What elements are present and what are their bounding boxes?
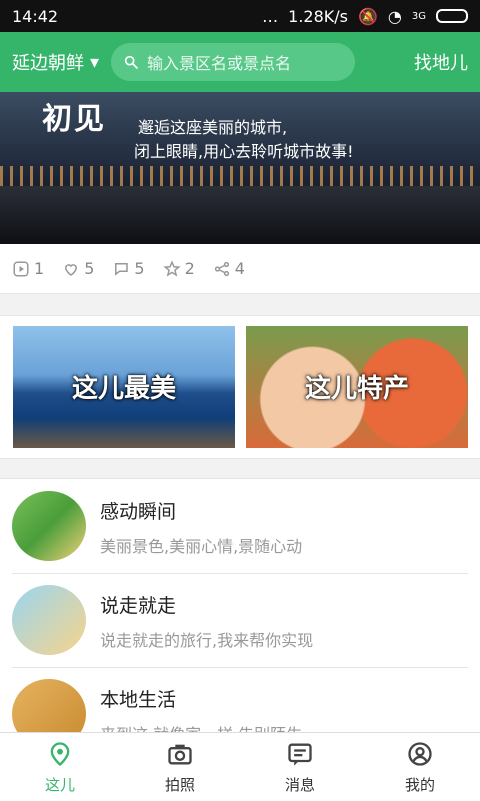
comment-icon [115, 262, 129, 276]
tab-label: 我的 [404, 775, 435, 794]
tab-label: 拍照 [164, 775, 195, 794]
share-icon [214, 261, 229, 276]
promo-label: 这儿最美 [71, 374, 176, 404]
find-place-button[interactable]: 找地儿 [414, 49, 468, 75]
stat-value: 2 [184, 259, 195, 278]
tab-messages[interactable]: 消息 [240, 733, 360, 801]
promo-tile-local-products[interactable]: 这儿特产 [246, 326, 468, 448]
stat-likes[interactable]: 5 [62, 259, 94, 278]
tab-profile[interactable]: 我的 [360, 733, 480, 801]
city-selector[interactable]: 延边朝鲜 ▾ [12, 49, 99, 75]
promo-section: 这儿最美 这儿特产 [0, 315, 480, 459]
list-item-desc: 说走就走的旅行,我来帮你实现 [100, 631, 314, 650]
chevron-down-icon: ▾ [90, 51, 100, 73]
banner-text-line1: 邂逅这座美丽的城市, [138, 118, 288, 137]
city-lights [0, 166, 480, 186]
location-icon [50, 741, 70, 766]
status-time: 14:42 [12, 6, 59, 26]
travel-thumbnail [12, 585, 86, 655]
banner-text-line2: 闭上眼睛,用心去聆听城市故事! [134, 142, 354, 161]
status-bar: 14:42 … 1.28K/s 🔕 ◔ 3G [0, 0, 480, 32]
city-name: 延边朝鲜 [12, 53, 84, 74]
stats-row: 1 5 5 2 4 [0, 244, 480, 294]
bottom-tab-bar: 这儿 拍照 消息 我的 [0, 732, 480, 801]
star-icon [162, 259, 181, 277]
moments-thumbnail [12, 491, 86, 561]
list-item-travel[interactable]: 说走就走 说走就走的旅行,我来帮你实现 [12, 573, 468, 668]
network-speed: 1.28K/s [288, 6, 348, 26]
banner-title: 初见 [42, 102, 106, 137]
tab-camera[interactable]: 拍照 [120, 733, 240, 801]
message-icon [288, 743, 312, 766]
bell-mute-icon: 🔕 [357, 6, 378, 26]
promo-tile-best-scenery[interactable]: 这儿最美 [13, 326, 235, 448]
stat-value: 1 [34, 259, 45, 278]
list-item-title: 说走就走 [100, 595, 177, 617]
play-icon [13, 261, 29, 276]
stat-favorites[interactable]: 2 [162, 259, 195, 278]
stat-value: 5 [134, 259, 145, 278]
wifi-icon: ◔ [387, 6, 402, 26]
battery-icon [436, 9, 468, 23]
status-right: … 1.28K/s 🔕 ◔ 3G [262, 7, 468, 26]
local-life-thumbnail [12, 679, 86, 733]
list-item-title: 本地生活 [100, 689, 177, 711]
signal-label: 3G [411, 10, 426, 22]
list-item-local-life[interactable]: 本地生活 来到这,就像家一样,告别陌生 [12, 667, 468, 733]
stat-value: 4 [234, 259, 245, 278]
top-header: 延边朝鲜 ▾ 输入景区名或景点名 找地儿 [0, 32, 480, 92]
camera-icon [168, 744, 192, 764]
stat-value: 5 [84, 259, 95, 278]
search-placeholder: 输入景区名或景点名 [147, 54, 292, 73]
ellipsis-icon: … [262, 6, 279, 26]
tab-label: 这儿 [44, 775, 75, 794]
search-icon [124, 55, 138, 69]
heart-icon [65, 263, 78, 276]
list-item-desc: 美丽景色,美丽心情,景随心动 [100, 537, 303, 556]
profile-icon [408, 741, 432, 766]
search-input[interactable]: 输入景区名或景点名 [111, 43, 356, 81]
stat-comments[interactable]: 5 [112, 259, 145, 278]
tab-here[interactable]: 这儿 [0, 733, 120, 801]
tab-label: 消息 [284, 775, 315, 794]
banner[interactable]: 初见 邂逅这座美丽的城市, 闭上眼睛,用心去聆听城市故事! [0, 92, 480, 244]
promo-label: 这儿特产 [304, 374, 409, 404]
list-item-moments[interactable]: 感动瞬间 美丽景色,美丽心情,景随心动 [12, 479, 468, 574]
list-item-title: 感动瞬间 [100, 501, 177, 523]
stat-views[interactable]: 1 [12, 259, 44, 278]
feature-list: 感动瞬间 美丽景色,美丽心情,景随心动 说走就走 说走就走的旅行,我来帮你实现 … [0, 478, 480, 733]
stat-shares[interactable]: 4 [213, 259, 245, 278]
water-reflection [0, 186, 480, 244]
